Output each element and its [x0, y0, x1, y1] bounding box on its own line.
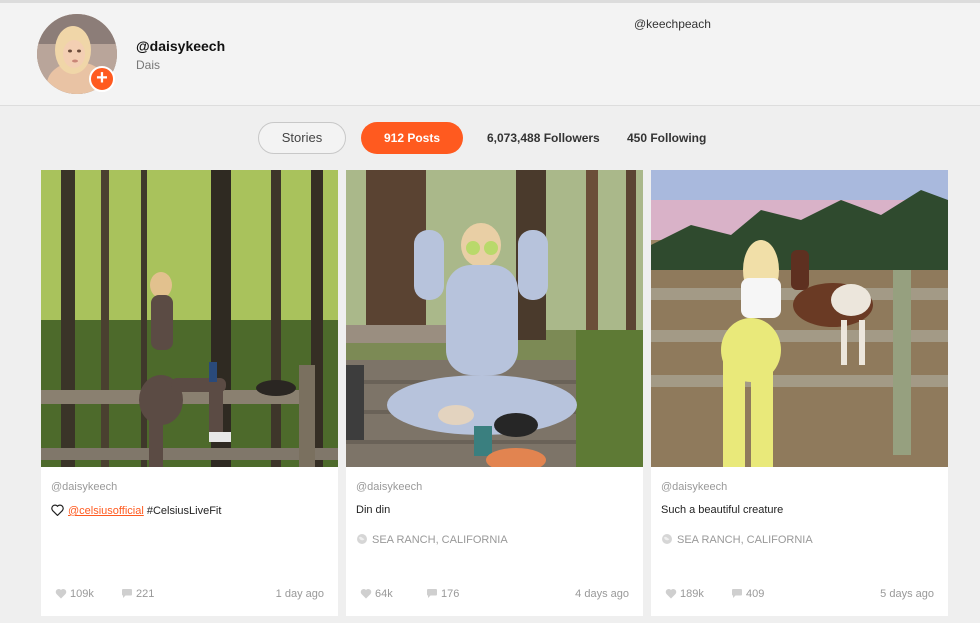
post-date: 1 day ago: [275, 588, 324, 600]
followers-count[interactable]: 6,073,488 Followers: [487, 131, 600, 145]
post-location[interactable]: SEA RANCH, CALIFORNIA: [661, 533, 813, 546]
globe-icon: [357, 534, 367, 544]
post-author[interactable]: @daisykeech: [51, 481, 117, 493]
post-footer: 189k 409 5 days ago: [665, 588, 934, 604]
horse-fence-photo: [651, 170, 948, 467]
post-caption: Din din: [356, 504, 391, 516]
post-photo[interactable]: [41, 170, 338, 467]
comments-count: 409: [746, 588, 765, 600]
post-date: 5 days ago: [880, 588, 934, 600]
plus-icon[interactable]: +: [89, 66, 115, 92]
post-caption: @celsiusofficial #CelsiusLiveFit: [51, 504, 221, 519]
likes-count: 189k: [680, 588, 704, 600]
post-card[interactable]: @daisykeech Din din SEA RANCH, CALIFORNI…: [346, 170, 643, 616]
location-label: SEA RANCH, CALIFORNIA: [372, 534, 508, 546]
comments-stat[interactable]: 176: [426, 588, 459, 600]
post-photo[interactable]: [346, 170, 643, 467]
globe-icon: [662, 534, 672, 544]
likes-stat[interactable]: 64k: [360, 588, 393, 600]
heart-icon: [360, 588, 372, 599]
comments-stat[interactable]: 221: [121, 588, 154, 600]
location-label: SEA RANCH, CALIFORNIA: [677, 534, 813, 546]
post-date: 4 days ago: [575, 588, 629, 600]
stories-button[interactable]: Stories: [258, 122, 346, 154]
post-footer: 64k 176 4 days ago: [360, 588, 629, 604]
comments-count: 176: [441, 588, 460, 600]
following-count[interactable]: 450 Following: [627, 131, 706, 145]
post-photo[interactable]: [651, 170, 948, 467]
comment-icon: [122, 589, 132, 598]
profile-stats: Stories 912 Posts 6,073,488 Followers 45…: [0, 122, 980, 154]
likes-count: 109k: [70, 588, 94, 600]
post-footer: 109k 221 1 day ago: [55, 588, 324, 604]
post-card[interactable]: @daisykeech @celsiusofficial #CelsiusLiv…: [41, 170, 338, 616]
caption-mention-link[interactable]: @celsiusofficial: [68, 505, 144, 517]
post-card[interactable]: @daisykeech Such a beautiful creature SE…: [651, 170, 948, 616]
likes-count: 64k: [375, 588, 393, 600]
posts-button[interactable]: 912 Posts: [361, 122, 463, 154]
comments-count: 221: [136, 588, 155, 600]
post-author[interactable]: @daisykeech: [661, 481, 727, 493]
avatar-container[interactable]: +: [37, 14, 117, 94]
caption-hashtag[interactable]: #CelsiusLiveFit: [144, 505, 222, 517]
profile-header: + @daisykeech Dais @keechpeach: [0, 0, 980, 106]
forest-fence-photo: [41, 170, 338, 467]
heart-icon: [55, 588, 67, 599]
profile-username: @daisykeech: [136, 38, 226, 54]
porch-sweatsuit-photo: [346, 170, 643, 467]
comment-icon: [427, 589, 437, 598]
profile-display-name: Dais: [136, 58, 161, 72]
heart-outline-icon: [51, 504, 64, 519]
post-author[interactable]: @daisykeech: [356, 481, 422, 493]
post-location[interactable]: SEA RANCH, CALIFORNIA: [356, 533, 508, 546]
comments-stat[interactable]: 409: [731, 588, 764, 600]
likes-stat[interactable]: 189k: [665, 588, 704, 600]
comment-icon: [732, 589, 742, 598]
heart-icon: [665, 588, 677, 599]
likes-stat[interactable]: 109k: [55, 588, 94, 600]
alt-handle[interactable]: @keechpeach: [634, 17, 711, 31]
post-caption: Such a beautiful creature: [661, 504, 784, 516]
